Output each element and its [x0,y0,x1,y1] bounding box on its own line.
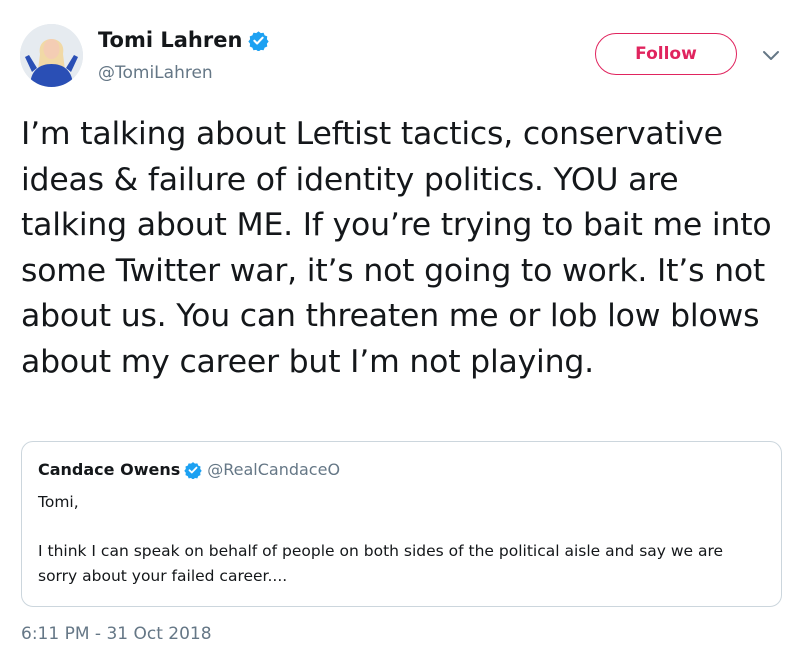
avatar[interactable] [20,24,83,87]
quoted-tweet[interactable]: Candace Owens @RealCandaceO Tomi, I thin… [21,441,782,607]
quoted-tweet-header: Candace Owens @RealCandaceO [38,460,340,479]
author-handle[interactable]: @TomiLahren [98,63,213,83]
verified-badge-icon [184,461,202,479]
chevron-down-icon[interactable] [762,50,780,62]
author-name-row: Tomi Lahren [98,28,270,52]
quoted-author-name: Candace Owens [38,460,181,479]
verified-badge-icon [248,30,270,51]
quoted-tweet-greeting: Tomi, [38,493,79,511]
avatar-photo [20,24,83,87]
follow-button[interactable]: Follow [595,33,737,75]
author-display-name[interactable]: Tomi Lahren [98,28,242,52]
tweet-timestamp[interactable]: 6:11 PM - 31 Oct 2018 [21,624,212,644]
tweet-text: I’m talking about Leftist tactics, conse… [21,116,772,380]
quoted-tweet-text: I think I can speak on behalf of people … [38,542,724,585]
quoted-author-handle: @RealCandaceO [207,460,341,479]
